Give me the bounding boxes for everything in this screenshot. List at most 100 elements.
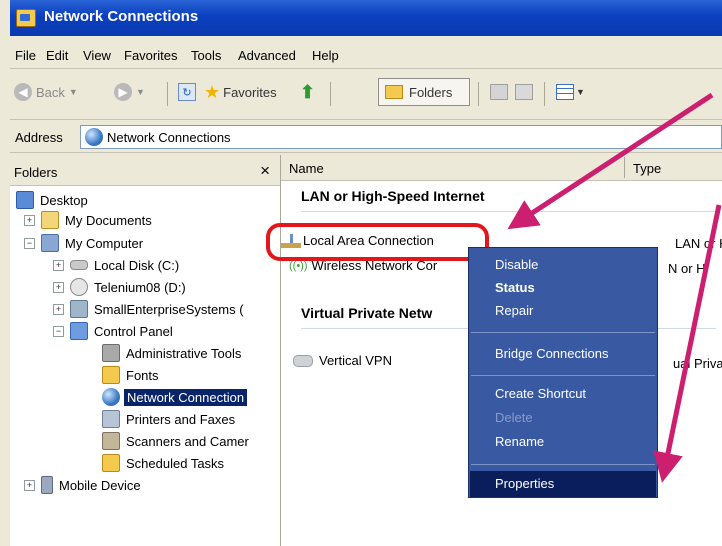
tree-item-network-connections[interactable]: Network Connection xyxy=(102,386,248,408)
forward-button[interactable]: ▶ ▼ xyxy=(114,81,145,103)
folders-pane: Folders × Desktop + My Documents − My Co… xyxy=(10,155,281,546)
tree-item-telenium[interactable]: + Telenium08 (D:) xyxy=(53,276,186,298)
menu-favorites[interactable]: Favorites xyxy=(124,48,177,63)
context-menu: Disable Status Repair Bridge Connections… xyxy=(468,247,658,498)
tree-item-smallenterprise[interactable]: + SmallEnterpriseSystems ( xyxy=(53,298,244,320)
views-button[interactable]: ▼ xyxy=(556,81,585,103)
window-title: Network Connections xyxy=(44,8,199,25)
tree-item-administrative-tools[interactable]: Administrative Tools xyxy=(102,342,241,364)
refresh-button[interactable]: ↻ xyxy=(178,81,196,103)
tree-item-my-documents[interactable]: + My Documents xyxy=(24,209,152,231)
tree-item-my-computer[interactable]: − My Computer xyxy=(24,232,143,254)
control-panel-icon xyxy=(70,322,88,340)
menu-help[interactable]: Help xyxy=(312,48,339,63)
copy-to-button[interactable] xyxy=(515,81,533,103)
menu-advanced[interactable]: Advanced xyxy=(238,48,296,63)
expand-icon[interactable]: + xyxy=(53,259,64,271)
menu-item-properties[interactable]: Properties xyxy=(495,476,554,491)
favorites-button[interactable]: ★ Favorites xyxy=(204,81,277,103)
menu-bar: File Edit View Favorites Tools Advanced … xyxy=(10,42,722,69)
menu-item-bridge-connections[interactable]: Bridge Connections xyxy=(495,346,608,361)
my-documents-icon xyxy=(41,211,59,229)
move-to-button[interactable] xyxy=(490,81,508,103)
column-type[interactable]: Type xyxy=(633,161,661,176)
up-button[interactable]: ⬆ xyxy=(300,81,315,103)
administrative-tools-icon xyxy=(102,344,120,362)
tree-item-label: Telenium08 (D:) xyxy=(94,279,186,295)
tree-item-control-panel[interactable]: − Control Panel xyxy=(53,320,173,342)
folders-pane-title: Folders xyxy=(14,165,58,180)
menu-item-repair[interactable]: Repair xyxy=(495,303,533,318)
mobile-device-icon xyxy=(41,476,53,494)
scanner-icon xyxy=(102,432,120,450)
address-value: Network Connections xyxy=(107,130,231,145)
tree-item-local-disk[interactable]: + Local Disk (C:) xyxy=(53,254,179,276)
expand-icon[interactable]: + xyxy=(53,281,64,293)
desktop-icon xyxy=(16,191,34,209)
group-divider xyxy=(301,211,716,212)
menu-file[interactable]: File xyxy=(15,48,36,63)
menu-item-rename[interactable]: Rename xyxy=(495,434,544,449)
expand-icon[interactable]: + xyxy=(53,303,64,315)
folders-label: Folders xyxy=(409,84,453,100)
tree-item-label: Scanners and Camer xyxy=(126,433,249,449)
up-arrow-icon: ⬆ xyxy=(300,81,316,102)
column-divider[interactable] xyxy=(624,157,625,178)
tree-item-label: Desktop xyxy=(40,192,88,208)
menu-item-disable[interactable]: Disable xyxy=(495,257,538,272)
menu-item-create-shortcut[interactable]: Create Shortcut xyxy=(495,386,586,401)
back-button[interactable]: ◀ Back ▼ xyxy=(14,81,78,103)
tree-item-label: Administrative Tools xyxy=(126,345,242,361)
tree-item-mobile-device[interactable]: + Mobile Device xyxy=(24,474,141,496)
tree-item-label: Network Connection xyxy=(124,388,248,406)
menu-item-status[interactable]: Status xyxy=(495,280,535,295)
toolbar-divider xyxy=(478,82,479,106)
group-header-lan: LAN or High-Speed Internet xyxy=(301,188,485,204)
collapse-icon[interactable]: − xyxy=(53,325,64,337)
address-field[interactable]: Network Connections xyxy=(80,125,722,149)
tree-item-printers[interactable]: Printers and Faxes xyxy=(102,408,235,430)
menu-view[interactable]: View xyxy=(83,48,111,63)
highlight-callout-box xyxy=(266,223,489,261)
tree-item-desktop[interactable]: Desktop xyxy=(16,189,88,211)
chevron-down-icon: ▼ xyxy=(136,87,145,97)
title-bar[interactable]: Network Connections xyxy=(10,0,722,36)
menu-separator xyxy=(471,375,655,376)
collapse-icon[interactable]: − xyxy=(24,237,35,249)
scheduled-tasks-icon xyxy=(102,454,120,472)
menu-separator xyxy=(471,332,655,333)
network-globe-icon xyxy=(85,128,103,146)
chevron-down-icon: ▼ xyxy=(576,87,585,97)
tree-item-label: Printers and Faxes xyxy=(126,411,236,427)
views-icon xyxy=(556,84,574,100)
folders-toggle-button[interactable]: Folders xyxy=(378,78,470,106)
tree-item-label: Control Panel xyxy=(94,323,173,339)
expand-icon[interactable]: + xyxy=(24,479,35,491)
tree-item-fonts[interactable]: Fonts xyxy=(102,364,159,386)
close-icon[interactable]: × xyxy=(260,161,270,181)
list-item-vertical-vpn[interactable]: Vertical VPN xyxy=(293,353,392,368)
item-type: N or H xyxy=(668,261,706,276)
address-label: Address xyxy=(15,130,63,145)
toolbar: ◀ Back ▼ ▶ ▼ ↻ ★ Favorites ⬆ Folders ▼ xyxy=(10,69,722,120)
chevron-down-icon: ▼ xyxy=(68,87,78,97)
tree-item-label: SmallEnterpriseSystems ( xyxy=(94,301,244,317)
menu-item-delete: Delete xyxy=(495,410,533,425)
column-header: Name Type xyxy=(281,155,722,181)
toolbar-divider xyxy=(544,82,545,106)
move-to-icon xyxy=(490,84,508,100)
toolbar-divider xyxy=(167,82,168,106)
expand-icon[interactable]: + xyxy=(24,214,35,226)
vpn-icon xyxy=(293,354,313,367)
favorites-label: Favorites xyxy=(223,84,277,100)
menu-edit[interactable]: Edit xyxy=(46,48,68,63)
star-icon: ★ xyxy=(204,81,221,102)
item-type: LAN or Hi xyxy=(675,236,722,251)
tree-item-label: Mobile Device xyxy=(59,477,141,493)
column-name[interactable]: Name xyxy=(289,161,324,176)
menu-tools[interactable]: Tools xyxy=(191,48,221,63)
folders-pane-header: Folders × xyxy=(10,155,280,186)
tree-item-scheduled-tasks[interactable]: Scheduled Tasks xyxy=(102,452,224,474)
tree-item-scanners[interactable]: Scanners and Camer xyxy=(102,430,249,452)
refresh-icon: ↻ xyxy=(178,83,196,101)
